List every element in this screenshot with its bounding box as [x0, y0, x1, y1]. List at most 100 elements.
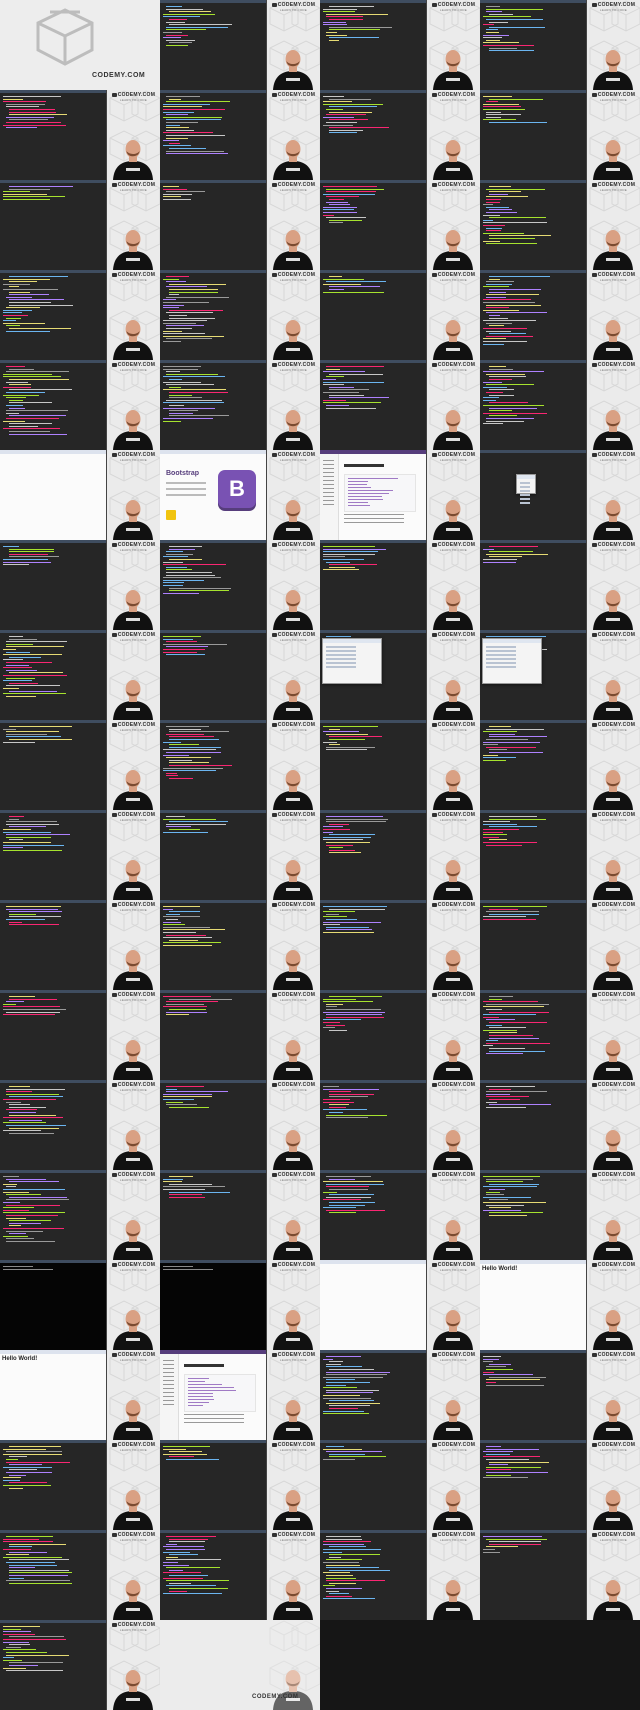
code-line — [489, 209, 512, 211]
code-line — [3, 693, 66, 695]
code-line — [169, 911, 200, 913]
outro-brand: CODEMY.COM — [252, 1694, 299, 1700]
code-line — [326, 749, 367, 751]
window-titlebar — [160, 720, 266, 723]
code-line — [6, 731, 59, 733]
code-line — [188, 1378, 209, 1379]
brand-tagline: LEARN TO CODE — [280, 1448, 307, 1452]
presenter-icon — [433, 500, 473, 540]
brand-tagline: LEARN TO CODE — [280, 908, 307, 912]
code-line — [486, 1379, 540, 1381]
code-line — [9, 996, 35, 997]
code-line — [326, 188, 384, 190]
codemy-logo: CODEMY.COM LEARN TO CODE — [107, 903, 160, 913]
code-line — [483, 1186, 537, 1188]
code-line — [169, 11, 211, 13]
code-line — [329, 386, 354, 388]
code-line — [486, 19, 543, 20]
code-line — [169, 1588, 228, 1589]
screen-capture — [480, 1080, 587, 1170]
code-line — [166, 384, 214, 386]
code-line — [3, 649, 16, 650]
window-titlebar — [480, 1260, 586, 1264]
code-line — [329, 286, 380, 288]
video-frame: CODEMY.COM LEARN TO CODE — [480, 270, 640, 360]
presenter-icon — [593, 950, 633, 990]
dialog-row — [486, 658, 516, 660]
code-line — [489, 996, 513, 997]
code-line — [486, 230, 501, 232]
code-line — [483, 1549, 495, 1550]
cube-logo-icon — [36, 8, 94, 66]
code-line — [3, 1631, 31, 1633]
code-line — [323, 124, 353, 126]
code-line — [9, 921, 22, 923]
code-line — [489, 1541, 541, 1543]
video-frame: CODEMY.COM LEARN TO CODE — [480, 1350, 640, 1440]
screen-capture — [320, 810, 427, 900]
code-line — [489, 402, 528, 404]
code-line — [329, 111, 372, 113]
text-line — [344, 522, 404, 523]
codemy-logo: CODEMY.COM LEARN TO CODE — [587, 543, 640, 553]
code-line — [326, 114, 366, 116]
code-line — [3, 193, 47, 195]
code-line — [489, 1464, 508, 1466]
code-line — [166, 1101, 183, 1103]
code-line — [326, 1567, 379, 1569]
video-frame: CODEMY.COM LEARN TO CODE — [320, 1260, 480, 1350]
video-frame: CODEMY.COM LEARN TO CODE — [320, 720, 480, 810]
video-frame: CODEMY.COM LEARN TO CODE — [160, 900, 320, 990]
text-line — [166, 482, 206, 484]
code-line — [6, 1230, 43, 1232]
code-line — [326, 561, 350, 563]
code-line — [326, 821, 386, 823]
code-line — [486, 1366, 506, 1368]
code-line — [489, 98, 543, 100]
code-line — [163, 402, 224, 404]
code-line — [329, 847, 343, 849]
screen-capture — [160, 0, 267, 90]
video-frame: CODEMY.COM LEARN TO CODE — [160, 1260, 320, 1350]
code-line — [323, 741, 337, 743]
code-line — [163, 592, 199, 594]
code-line — [9, 111, 56, 113]
code-line — [9, 556, 59, 558]
code-line — [3, 1228, 64, 1229]
code-line — [489, 366, 506, 367]
code-line — [326, 926, 369, 928]
code-line — [486, 1453, 510, 1455]
code-line — [323, 556, 345, 558]
code-line — [483, 821, 510, 823]
code-line — [483, 744, 498, 746]
code-line — [486, 32, 499, 33]
brand-tagline: LEARN TO CODE — [440, 1358, 467, 1362]
code-line — [163, 831, 208, 833]
code-line — [9, 1222, 41, 1224]
codemy-logo: CODEMY.COM LEARN TO CODE — [267, 1443, 320, 1453]
code-line — [169, 759, 192, 761]
presenter-icon — [273, 770, 313, 810]
code-line — [486, 1466, 541, 1468]
code-line — [6, 1654, 69, 1656]
codemy-logo: CODEMY.COM LEARN TO CODE — [107, 1623, 160, 1633]
code-line — [169, 546, 202, 547]
code-line — [163, 921, 181, 923]
codemy-logo: CODEMY.COM LEARN TO CODE — [267, 993, 320, 1003]
code-line — [486, 304, 541, 306]
brand-tagline: LEARN TO CODE — [440, 458, 467, 462]
code-line — [166, 1086, 204, 1087]
code-line — [163, 770, 216, 772]
code-line — [483, 214, 500, 216]
brand-tagline: LEARN TO CODE — [280, 458, 307, 462]
graduation-cap-icon — [431, 1533, 437, 1537]
code-line — [486, 1106, 526, 1108]
code-line — [3, 559, 48, 560]
code-line — [326, 1024, 345, 1026]
code-line — [329, 736, 382, 738]
codemy-logo: CODEMY.COM LEARN TO CODE — [587, 183, 640, 193]
codemy-logo: CODEMY.COM LEARN TO CODE — [427, 453, 480, 463]
code-line — [3, 1659, 22, 1661]
graduation-cap-icon — [271, 543, 277, 547]
graduation-cap-icon — [431, 1173, 437, 1177]
